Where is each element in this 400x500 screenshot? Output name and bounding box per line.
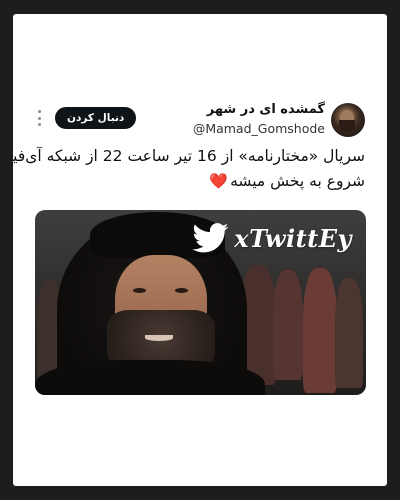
tweet-text-line-2: شروع به پخش میشه❤️	[35, 169, 365, 194]
tweet-media-image[interactable]: xTwittEy	[35, 210, 366, 395]
mouth	[145, 335, 173, 341]
display-name[interactable]: گمشده ای در شهر	[207, 102, 325, 117]
watermark-text: xTwittEy	[234, 223, 352, 253]
tweet-card: گمشده ای در شهر @Mamad_Gomshode دنبال کر…	[13, 14, 387, 486]
tweet-header: گمشده ای در شهر @Mamad_Gomshode دنبال کر…	[13, 100, 387, 150]
left-eye	[133, 288, 146, 293]
shoulder	[35, 360, 265, 395]
avatar[interactable]	[331, 103, 365, 137]
twitter-bird-icon	[192, 223, 229, 253]
follow-button[interactable]: دنبال کردن	[55, 107, 137, 129]
tweet-text: سریال «مختارنامه» از 16 تیر ساعت 22 از ش…	[13, 144, 365, 194]
avatar-beard	[339, 120, 355, 132]
more-options-icon[interactable]	[37, 110, 41, 126]
username-handle[interactable]: @Mamad_Gomshode	[193, 121, 325, 136]
right-eye	[175, 288, 188, 293]
watermark: xTwittEy	[192, 218, 352, 258]
tweet-text-line-1: سریال «مختارنامه» از 16 تیر ساعت 22 از ش…	[13, 147, 365, 165]
heart-emoji: ❤️	[209, 172, 229, 190]
tweet-text-line-2-words: شروع به پخش میشه	[230, 172, 365, 190]
